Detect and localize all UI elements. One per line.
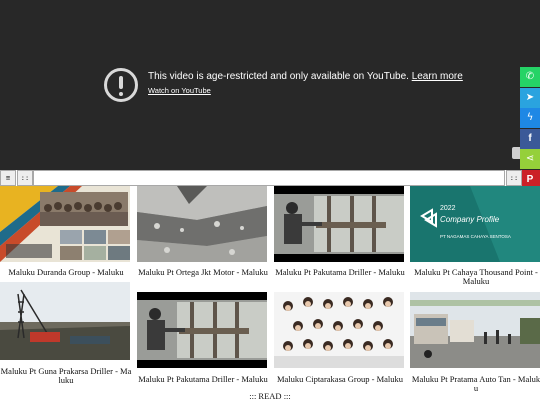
video-thumbnail[interactable]	[410, 292, 540, 368]
video-thumbnail[interactable]	[274, 292, 404, 368]
video-thumbnail[interactable]	[274, 186, 404, 262]
video-thumbnail[interactable]	[0, 282, 130, 360]
share-button-whatsapp[interactable]: ✆	[520, 67, 540, 87]
thumbnail-company: PT NAGAMAS CAHAYA SENTOSA	[440, 234, 511, 239]
facebook-icon: f	[528, 132, 532, 144]
thumbnail-year: 2022	[440, 205, 456, 212]
telegram-icon: ➤	[525, 91, 535, 103]
share-button-sharethis[interactable]: ⋖	[520, 149, 540, 169]
age-restriction-text: This video is age-restricted and only av…	[148, 71, 409, 82]
video-title[interactable]: Maluku Pt Pakutama Driller - Maluku	[137, 375, 269, 384]
toolbar: ≡ :: ::	[0, 170, 540, 186]
sharethis-icon: ⋖	[525, 153, 535, 164]
whatsapp-icon: ✆	[525, 71, 535, 82]
share-button-messenger[interactable]: ϟ	[520, 108, 540, 128]
read-more-link[interactable]: ::: READ :::	[0, 391, 540, 401]
menu-button[interactable]: ≡	[0, 170, 16, 186]
video-title[interactable]: Maluku Pt Guna Prakarsa Driller - Maluku	[0, 367, 132, 385]
age-restriction-message: This video is age-restricted and only av…	[148, 71, 463, 82]
messenger-icon: ϟ	[526, 112, 534, 123]
thumbnail-heading: Company Profile	[440, 215, 500, 224]
video-title[interactable]: Maluku Ciptarakasa Group - Maluku	[274, 375, 406, 384]
search-input[interactable]	[33, 170, 505, 186]
watch-on-youtube-link[interactable]: Watch on YouTube	[148, 86, 211, 95]
warning-icon	[104, 68, 138, 102]
video-title[interactable]: Maluku Pt Cahaya Thousand Point - Maluku	[410, 268, 540, 286]
options-button[interactable]: ::	[506, 170, 522, 186]
video-title[interactable]: Maluku Pt Ortega Jkt Motor - Maluku	[137, 268, 269, 277]
dots-button[interactable]: ::	[17, 170, 33, 186]
video-player[interactable]: This video is age-restricted and only av…	[0, 0, 540, 170]
video-thumbnail[interactable]	[137, 292, 267, 368]
video-thumbnail[interactable]: 2022 Company Profile PT NAGAMAS CAHAYA S…	[410, 186, 540, 262]
learn-more-link[interactable]: Learn more	[412, 71, 463, 82]
share-button-facebook[interactable]: f	[520, 128, 540, 149]
video-title[interactable]: Maluku Pt Pakutama Driller - Maluku	[274, 268, 406, 277]
video-thumbnail[interactable]	[137, 186, 267, 262]
video-thumbnail[interactable]	[0, 186, 130, 262]
share-button-telegram[interactable]: ➤	[520, 87, 540, 108]
video-title[interactable]: Maluku Duranda Group - Maluku	[0, 268, 132, 277]
